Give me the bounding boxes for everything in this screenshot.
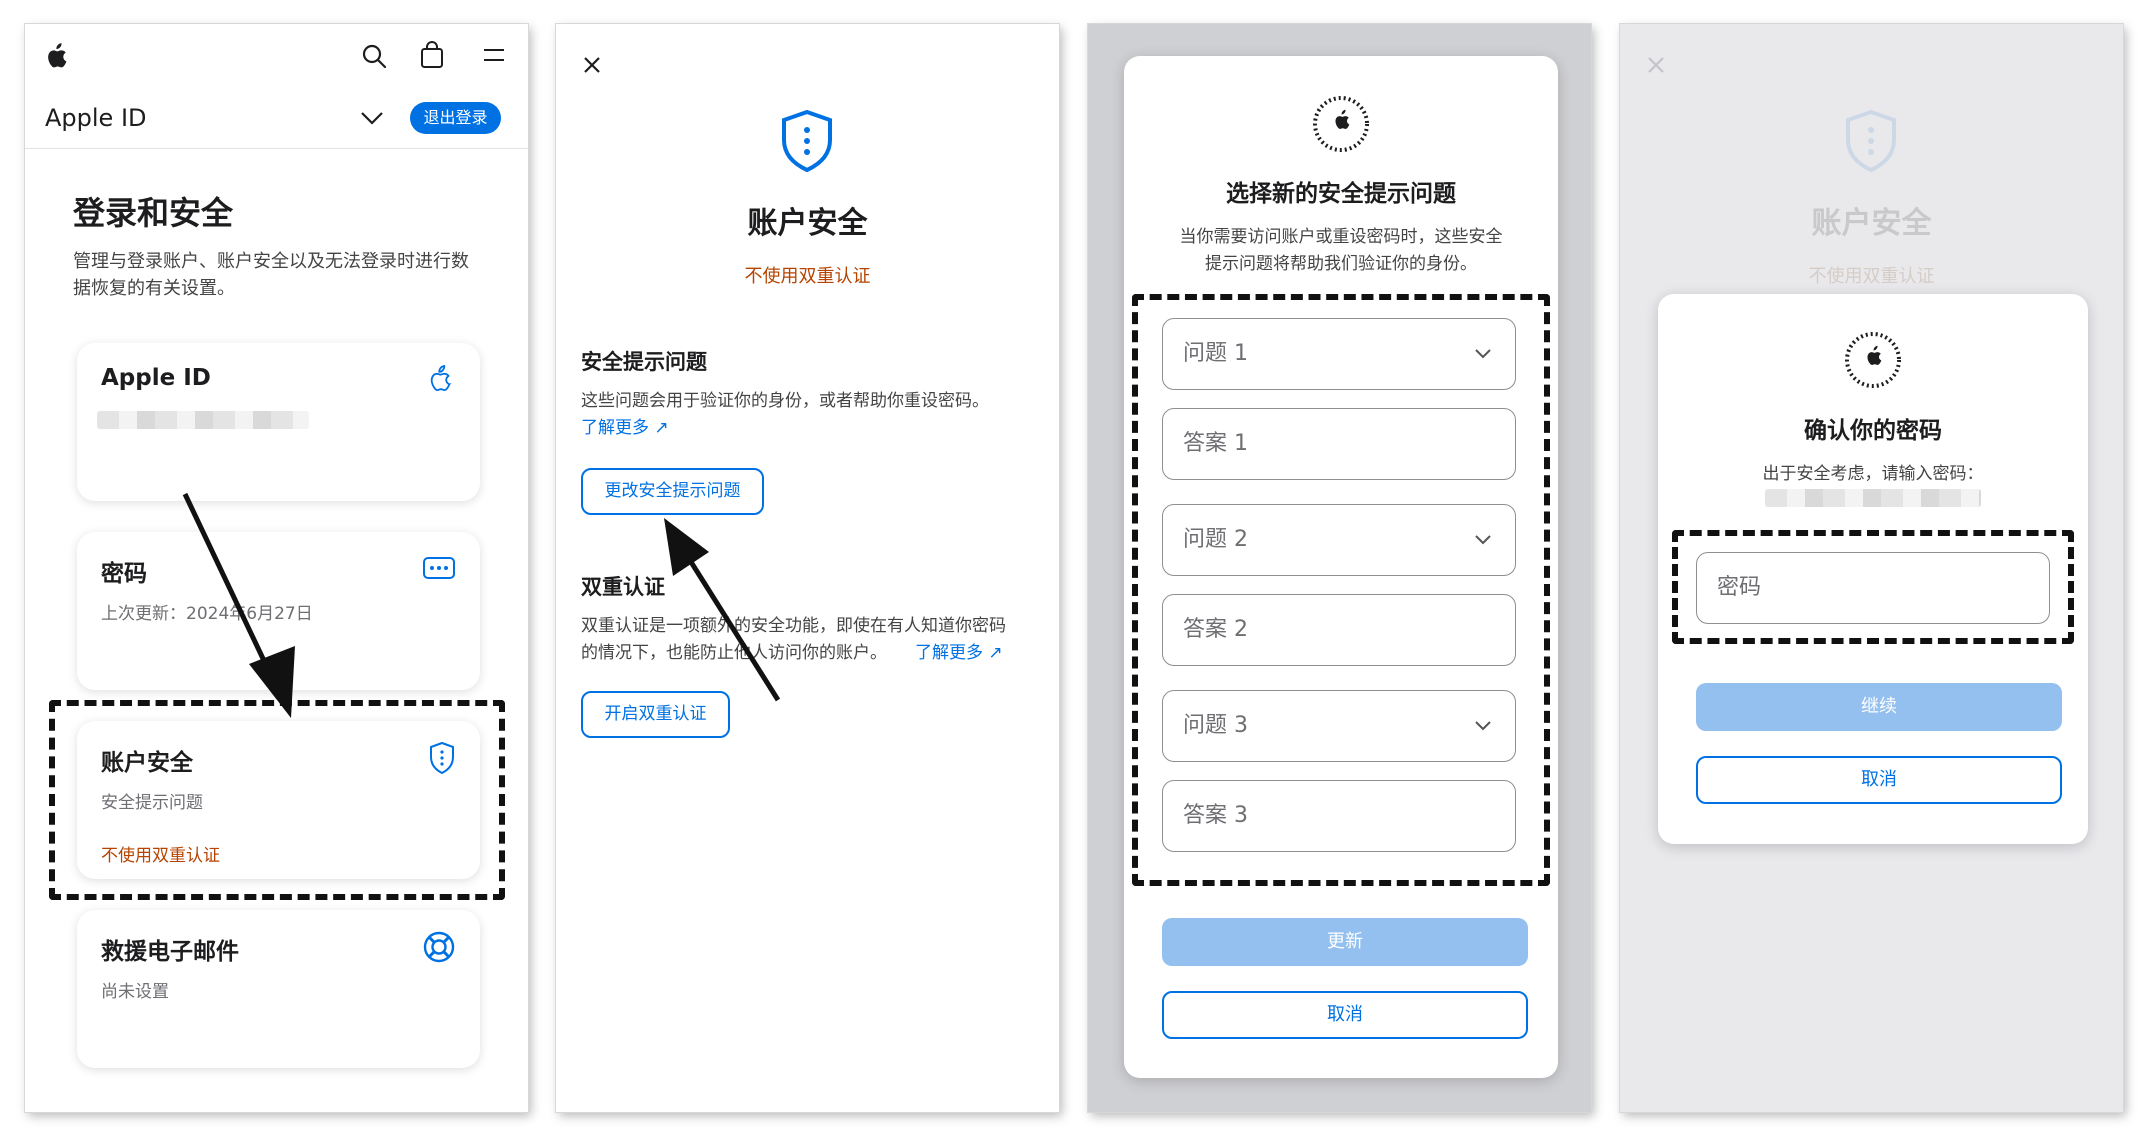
modal-description-line1: 当你需要访问账户或重设密码时，这些安全 <box>1179 227 1503 247</box>
cancel-button[interactable]: 取消 <box>1696 756 2062 804</box>
background-title: 账户安全 <box>1811 206 1932 241</box>
apple-logo-icon <box>1845 332 1901 388</box>
update-button[interactable]: 更新 <box>1162 918 1528 966</box>
highlight-box <box>1132 294 1550 886</box>
modal-dialog: 选择新的安全提示问题 当你需要访问账户或重设密码时，这些安全 提示问题将帮助我们… <box>1124 56 1558 1078</box>
password-dialog: 确认你的密码 出于安全考虑，请输入密码： 密码 继续 取消 <box>1658 294 2088 844</box>
close-icon[interactable] <box>1647 56 1665 74</box>
choose-questions-panel: 选择新的安全提示问题 当你需要访问账户或重设密码时，这些安全 提示问题将帮助我们… <box>1088 24 1591 1112</box>
modal-description-line2: 提示问题将帮助我们验证你的身份。 <box>1205 254 1477 274</box>
modal-title: 选择新的安全提示问题 <box>1226 181 1456 207</box>
apple-id-settings-panel: Apple ID 退出登录 登录和安全 管理与登录账户、账户安全以及无法登录时进… <box>25 24 528 1112</box>
dialog-description: 出于安全考虑，请输入密码： <box>1762 464 1984 484</box>
arrow-annotation-icon <box>182 492 295 718</box>
account-security-panel: 账户安全 不使用双重认证 安全提示问题 这些问题会用于验证你的身份，或者帮助你重… <box>556 24 1059 1112</box>
redacted-email <box>1765 489 1981 507</box>
apple-logo-icon <box>1313 96 1369 152</box>
arrow-annotation-icon <box>664 518 781 702</box>
background-status: 不使用双重认证 <box>1808 266 1935 287</box>
dialog-title: 确认你的密码 <box>1804 418 1942 444</box>
highlight-box <box>1672 530 2074 644</box>
continue-button[interactable]: 继续 <box>1696 683 2062 731</box>
cancel-button[interactable]: 取消 <box>1162 991 1528 1039</box>
shield-icon <box>1846 109 1896 173</box>
confirm-password-panel: 账户安全 不使用双重认证 确认你的密码 出于安全考虑，请输入密码： 密码 继续 … <box>1620 24 2123 1112</box>
